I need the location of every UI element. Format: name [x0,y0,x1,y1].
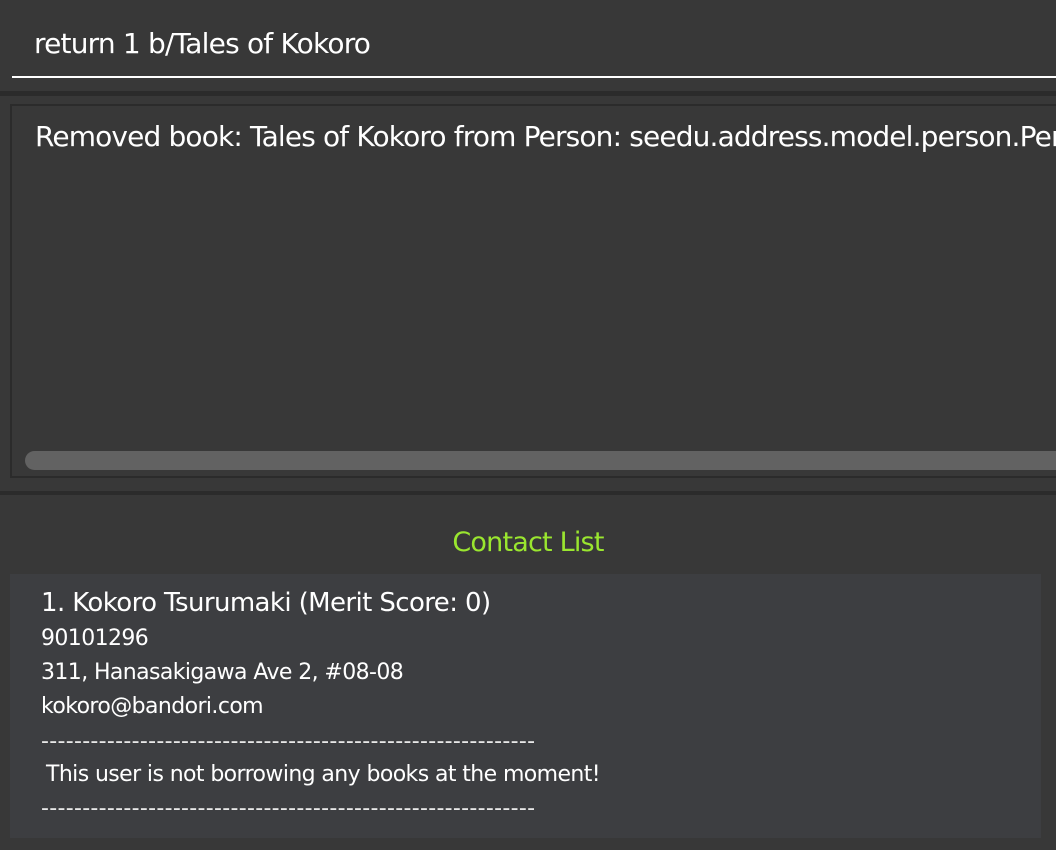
result-display-pane: Removed book: Tales of Kokoro from Perso… [0,96,1056,491]
command-box-pane: return 1 b/Tales of Kokoro [0,0,1056,91]
contact-address: 311, Hanasakigawa Ave 2, #08-08 [41,660,404,685]
horizontal-scrollbar[interactable] [25,451,1056,470]
contact-email: kokoro@bandori.com [41,694,264,719]
contact-separator: ----------------------------------------… [41,796,536,821]
result-message: Removed book: Tales of Kokoro from Perso… [35,120,1056,153]
contact-card[interactable]: 1. Kokoro Tsurumaki (Merit Score: 0) 901… [10,574,1041,838]
contact-list-pane: Contact List 1. Kokoro Tsurumaki (Merit … [0,495,1056,850]
contact-books-status: This user is not borrowing any books at … [46,762,601,787]
contact-list-title: Contact List [452,527,604,558]
result-display[interactable]: Removed book: Tales of Kokoro from Perso… [10,104,1056,478]
command-input[interactable]: return 1 b/Tales of Kokoro [12,0,1056,78]
contact-phone: 90101296 [41,626,149,651]
contact-name: 1. Kokoro Tsurumaki (Merit Score: 0) [41,588,491,618]
contact-separator: ----------------------------------------… [41,729,536,754]
app-window: return 1 b/Tales of Kokoro Removed book:… [0,0,1056,850]
